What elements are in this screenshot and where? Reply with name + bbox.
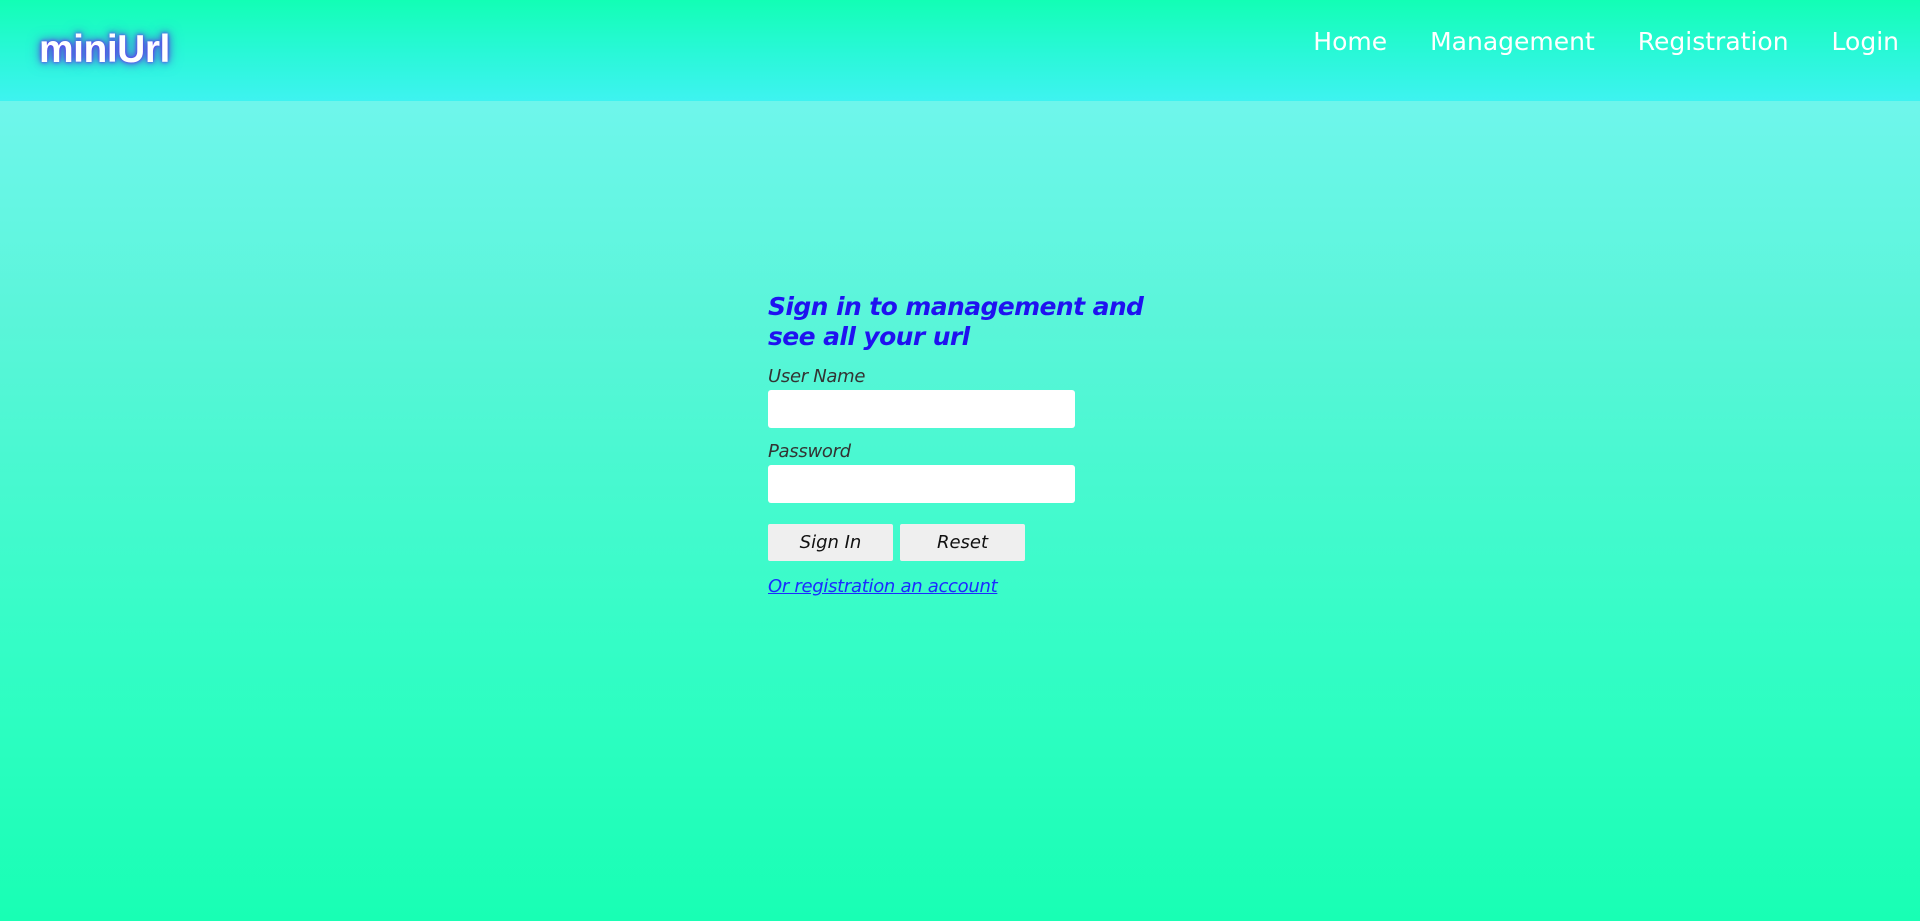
brand-logo[interactable]: miniUrl [39, 27, 170, 73]
password-input[interactable] [768, 465, 1075, 503]
sign-in-button[interactable]: Sign In [768, 524, 893, 561]
top-navbar: miniUrl Home Management Registration Log… [0, 0, 1920, 101]
main-nav: Home Management Registration Login [1313, 24, 1899, 60]
login-heading: Sign in to management and see all your u… [768, 292, 1144, 351]
nav-link-home[interactable]: Home [1313, 24, 1387, 60]
registration-link[interactable]: Or registration an account [768, 576, 998, 598]
reset-button[interactable]: Reset [900, 524, 1025, 561]
nav-link-login[interactable]: Login [1832, 24, 1899, 60]
username-label: User Name [768, 366, 866, 387]
login-panel: Sign in to management and see all your u… [768, 292, 1148, 598]
form-actions: Sign In Reset [768, 524, 1148, 561]
nav-link-registration[interactable]: Registration [1638, 24, 1789, 60]
username-input[interactable] [768, 390, 1075, 428]
password-label: Password [768, 441, 851, 462]
nav-link-management[interactable]: Management [1430, 24, 1595, 60]
